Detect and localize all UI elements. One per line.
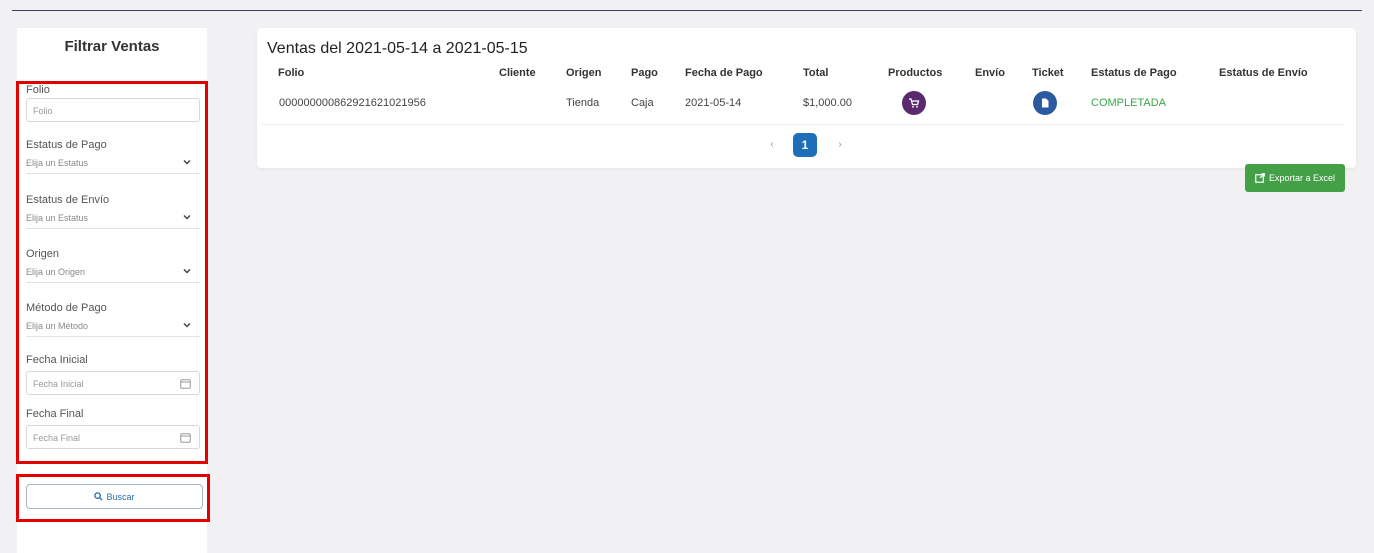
cell-pago: Caja <box>631 97 654 109</box>
col-header-origen: Origen <box>566 67 602 79</box>
estatus-envio-select[interactable]: Elija un Estatus <box>26 209 200 229</box>
folio-placeholder: Folio <box>33 106 53 116</box>
col-header-cliente: Cliente <box>499 67 536 79</box>
cart-icon <box>909 98 920 108</box>
folio-label: Folio <box>26 84 50 96</box>
estatus-pago-label: Estatus de Pago <box>26 139 107 151</box>
row-divider <box>262 124 1344 125</box>
col-header-envio: Envío <box>975 67 1005 79</box>
estatus-envio-value: Elija un Estatus <box>26 213 89 223</box>
col-header-ticket: Ticket <box>1032 67 1064 79</box>
cell-fecha-pago: 2021-05-14 <box>685 97 742 109</box>
productos-button[interactable] <box>902 91 926 115</box>
col-header-total: Total <box>803 67 829 79</box>
chevron-down-icon <box>183 268 191 274</box>
calendar-icon[interactable] <box>180 378 191 389</box>
col-header-folio: Folio <box>278 67 305 79</box>
metodo-pago-select[interactable]: Elija un Método <box>26 317 200 337</box>
cell-folio: 000000000862921621021956 <box>279 97 426 109</box>
buscar-button[interactable]: Buscar <box>26 484 203 509</box>
chevron-down-icon <box>183 322 191 328</box>
pagination-next-button[interactable]: › <box>830 135 850 155</box>
buscar-label: Buscar <box>106 492 135 502</box>
estatus-pago-value: Elija un Estatus <box>26 158 89 168</box>
cell-total: $1,000.00 <box>803 97 852 109</box>
export-label: Exportar a Excel <box>1268 173 1336 183</box>
col-header-productos: Productos <box>888 67 943 79</box>
metodo-pago-value: Elija un Método <box>26 321 89 331</box>
document-icon <box>1042 98 1049 108</box>
chevron-down-icon <box>183 214 191 220</box>
col-header-estatus-pago: Estatus de Pago <box>1091 67 1177 79</box>
sidebar-title: Filtrar Ventas <box>64 38 160 55</box>
cell-estatus-pago: COMPLETADA <box>1091 97 1166 109</box>
chevron-down-icon <box>183 159 191 165</box>
pagination-page-1[interactable]: 1 <box>793 133 817 157</box>
search-icon <box>94 492 104 501</box>
ticket-button[interactable] <box>1033 91 1057 115</box>
fecha-inicial-input[interactable]: Fecha Inicial <box>26 371 200 395</box>
external-link-icon <box>1255 173 1265 183</box>
origen-value: Elija un Origen <box>26 267 86 277</box>
export-excel-button[interactable]: Exportar a Excel <box>1245 164 1345 192</box>
pagination-prev-button[interactable]: ‹ <box>762 135 782 155</box>
fecha-final-placeholder: Fecha Final <box>33 433 81 443</box>
folio-input[interactable]: Folio <box>26 98 200 122</box>
col-header-pago: Pago <box>631 67 658 79</box>
top-divider <box>12 10 1362 11</box>
fecha-inicial-placeholder: Fecha Inicial <box>33 379 84 389</box>
origen-select[interactable]: Elija un Origen <box>26 263 200 283</box>
fecha-inicial-label: Fecha Inicial <box>26 354 88 366</box>
metodo-pago-label: Método de Pago <box>26 302 107 314</box>
cell-origen: Tienda <box>566 97 600 109</box>
origen-label: Origen <box>26 248 60 260</box>
fecha-final-input[interactable]: Fecha Final <box>26 425 200 449</box>
col-header-estatus-envio: Estatus de Envío <box>1219 67 1308 79</box>
page-title: Ventas del 2021-05-14 a 2021-05-15 <box>267 40 528 57</box>
fecha-final-label: Fecha Final <box>26 408 84 420</box>
estatus-pago-select[interactable]: Elija un Estatus <box>26 154 200 174</box>
calendar-icon[interactable] <box>180 432 191 443</box>
col-header-fecha-pago: Fecha de Pago <box>685 67 763 79</box>
estatus-envio-label: Estatus de Envío <box>26 194 110 206</box>
